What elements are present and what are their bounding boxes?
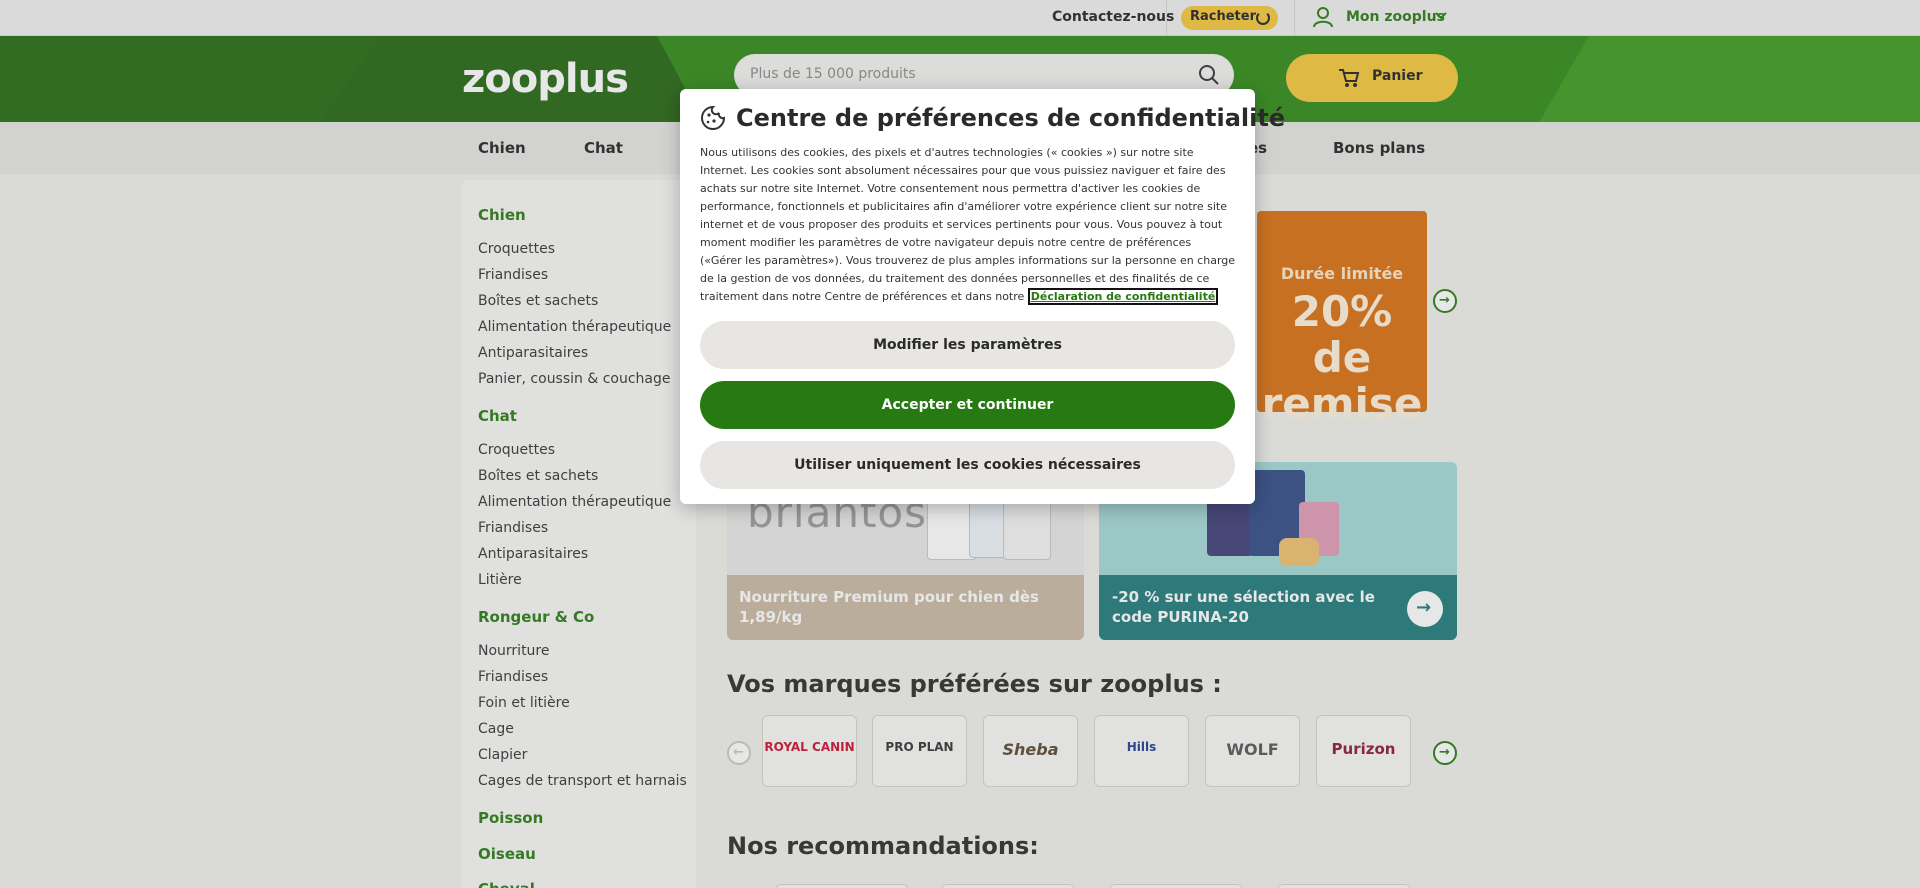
dialog-body-text: Nous utilisons des cookies, des pixels e… [700, 146, 1236, 303]
privacy-preferences-dialog: Centre de préférences de confidentialité… [680, 89, 1285, 504]
accept-continue-button[interactable]: Accepter et continuer [700, 381, 1235, 429]
privacy-declaration-link[interactable]: Déclaration de confidentialité [1027, 288, 1219, 305]
dialog-body: Nous utilisons des cookies, des pixels e… [700, 144, 1236, 306]
modify-settings-button[interactable]: Modifier les paramètres [700, 321, 1235, 369]
dialog-title: Centre de préférences de confidentialité [736, 104, 1286, 132]
necessary-only-button[interactable]: Utiliser uniquement les cookies nécessai… [700, 441, 1235, 489]
cookie-icon [701, 105, 726, 130]
